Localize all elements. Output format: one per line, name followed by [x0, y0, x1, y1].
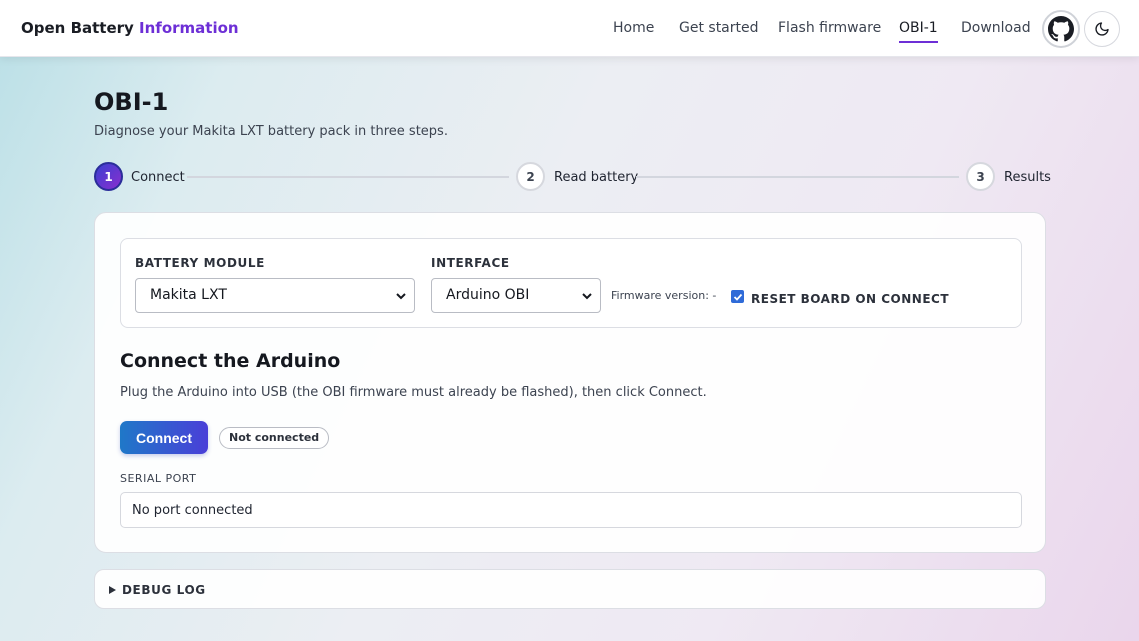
- debug-log-toggle[interactable]: DEBUG LOG: [94, 569, 1046, 609]
- reset-board-label[interactable]: RESET BOARD ON CONNECT: [751, 292, 949, 306]
- nav-obi-1[interactable]: OBI-1: [899, 20, 938, 43]
- battery-module-label: BATTERY MODULE: [135, 256, 265, 270]
- chevron-down-icon: [582, 293, 592, 300]
- firmware-version: Firmware version: -: [611, 289, 717, 302]
- serial-port-label: SERIAL PORT: [120, 472, 197, 485]
- brand-main-text: Open Battery: [21, 19, 134, 37]
- connect-section-title: Connect the Arduino: [120, 350, 341, 372]
- battery-module-value: Makita LXT: [150, 287, 227, 303]
- github-icon: [1048, 16, 1074, 42]
- moon-icon: [1095, 22, 1109, 36]
- page-title: OBI-1: [94, 88, 169, 116]
- github-button[interactable]: [1042, 10, 1080, 48]
- step-3-circle: 3: [966, 162, 995, 191]
- interface-value: Arduino OBI: [446, 287, 530, 303]
- chevron-down-icon: [396, 293, 406, 300]
- page-subtitle: Diagnose your Makita LXT battery pack in…: [94, 124, 448, 139]
- step-connector-1: [187, 176, 509, 178]
- connect-section-description: Plug the Arduino into USB (the OBI firmw…: [120, 385, 707, 400]
- interface-select[interactable]: Arduino OBI: [431, 278, 601, 313]
- nav-get-started[interactable]: Get started: [679, 20, 759, 36]
- step-connector-2: [636, 176, 959, 178]
- reset-board-checkbox[interactable]: [731, 290, 744, 303]
- nav-home[interactable]: Home: [613, 20, 654, 36]
- step-2-circle: 2: [516, 162, 545, 191]
- disclosure-triangle-icon: [109, 586, 116, 594]
- nav-download[interactable]: Download: [961, 20, 1031, 36]
- theme-toggle-button[interactable]: [1084, 11, 1120, 47]
- nav-flash-firmware[interactable]: Flash firmware: [778, 20, 881, 36]
- battery-module-select[interactable]: Makita LXT: [135, 278, 415, 313]
- brand-accent-text: Information: [139, 19, 239, 37]
- step-1-circle: 1: [94, 162, 123, 191]
- connect-card: BATTERY MODULE Makita LXT INTERFACE Ardu…: [94, 212, 1046, 553]
- interface-label: INTERFACE: [431, 256, 510, 270]
- debug-log-label: DEBUG LOG: [122, 583, 206, 597]
- serial-port-field: No port connected: [120, 492, 1022, 528]
- top-navbar: Open Battery Information Home Get starte…: [0, 0, 1139, 57]
- brand-logo[interactable]: Open Battery Information: [21, 19, 239, 37]
- step-1-label: Connect: [131, 170, 185, 185]
- connect-button[interactable]: Connect: [120, 421, 208, 454]
- connection-status-badge: Not connected: [219, 427, 330, 449]
- step-2-label: Read battery: [554, 170, 639, 185]
- stepper: 1 Connect 2 Read battery 3 Results: [94, 162, 1051, 192]
- checkmark-icon: [733, 293, 742, 301]
- settings-panel: BATTERY MODULE Makita LXT INTERFACE Ardu…: [120, 238, 1022, 328]
- step-3-label: Results: [1004, 170, 1051, 185]
